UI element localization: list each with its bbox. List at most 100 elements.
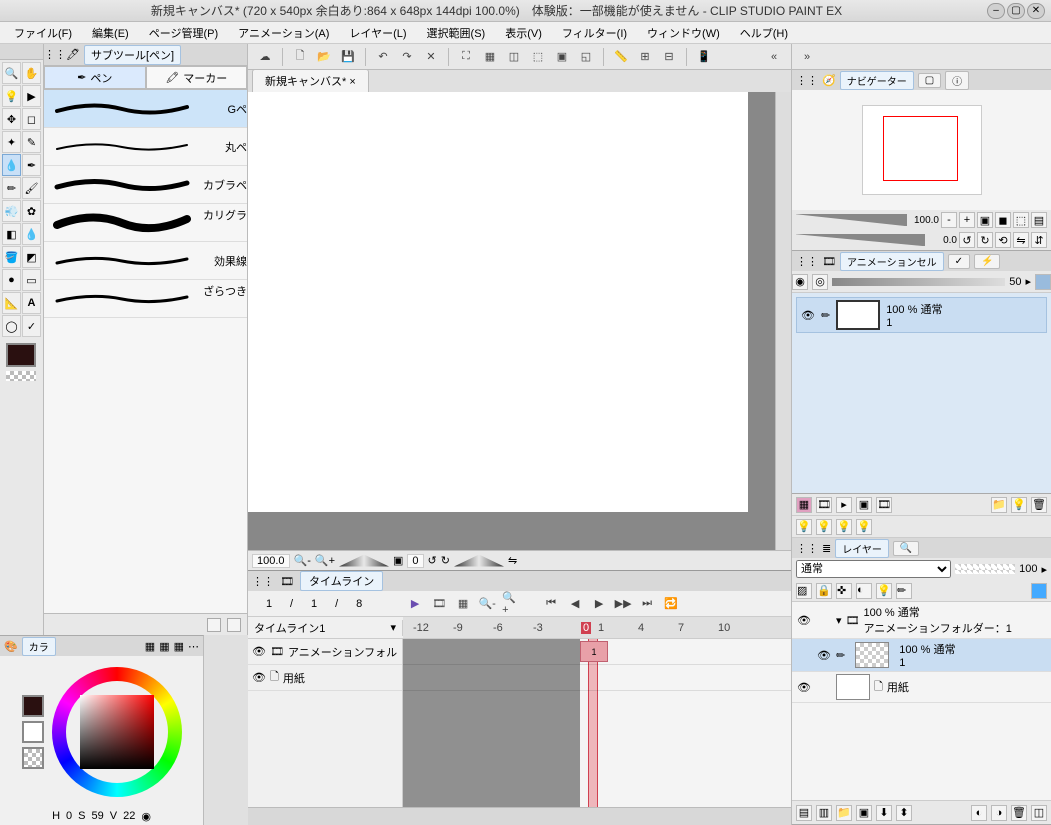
brush-gpen[interactable]: Gペン	[44, 90, 247, 128]
menu-window[interactable]: ウィンドウ(W)	[637, 23, 730, 43]
menu-help[interactable]: ヘルプ(H)	[730, 23, 798, 43]
nav-reset-icon[interactable]: ⟲	[995, 232, 1011, 248]
nav-zoomin-icon[interactable]: +	[959, 212, 975, 228]
tool-correct[interactable]: ✓	[22, 315, 41, 337]
angle-slider[interactable]	[454, 555, 504, 567]
menu-file[interactable]: ファイル(F)	[4, 23, 82, 43]
onion2-icon[interactable]: 💡	[816, 519, 832, 535]
tool-ruler[interactable]: 📐	[2, 292, 21, 314]
rotate-left-icon[interactable]: ↺	[428, 554, 437, 567]
mask-icon[interactable]: ◐	[856, 583, 872, 599]
trash-icon[interactable]: 🗑	[1031, 497, 1047, 513]
nav-fitall-icon[interactable]: ⬚	[1013, 212, 1029, 228]
zoom-slider[interactable]	[339, 555, 389, 567]
zoom-in-icon[interactable]: 🔍+	[315, 554, 335, 567]
tl-prev-icon[interactable]: ◀	[566, 595, 584, 613]
layer-trash-icon[interactable]: 🗑	[1011, 805, 1027, 821]
timeline-tab[interactable]: タイムライン	[300, 571, 383, 591]
q4-icon[interactable]: ▣	[856, 497, 872, 513]
tl-val-a[interactable]: 1	[254, 598, 284, 610]
menu-page[interactable]: ページ管理(P)	[139, 23, 228, 43]
tool-operation[interactable]: ▶	[22, 85, 41, 107]
eye-icon[interactable]: 👁	[796, 614, 812, 627]
layer-opacity-value[interactable]: 100	[1019, 563, 1037, 575]
nav-fliph-icon[interactable]: ⇋	[1013, 232, 1029, 248]
layer-opacity-slider[interactable]	[955, 564, 1015, 574]
tool-selectpen[interactable]: ✎	[22, 131, 41, 153]
tool-zoom[interactable]: 🔍	[2, 62, 21, 84]
timeline-ruler[interactable]: -12 -9 -6 -3 0 1 4 7 10	[403, 617, 791, 638]
tool-deco[interactable]: ✿	[22, 200, 41, 222]
tl-zoomin-icon[interactable]: 🔍+	[502, 595, 520, 613]
swatch3-icon[interactable]: ▦	[174, 640, 184, 653]
cloud-icon[interactable]: ☁	[254, 47, 276, 67]
q2-icon[interactable]: 🎞	[816, 497, 832, 513]
color-foreground[interactable]	[22, 695, 44, 717]
nav-flipv-icon[interactable]: ⇵	[1031, 232, 1047, 248]
onion4-icon[interactable]: 💡	[856, 519, 872, 535]
transfer-icon[interactable]: ⬇	[876, 805, 892, 821]
timeline-lanes[interactable]: 1	[403, 639, 791, 807]
apply-mask-icon[interactable]: ◑	[991, 805, 1007, 821]
save-icon[interactable]: 💾	[337, 47, 359, 67]
autoaction-tab[interactable]: ⚡	[974, 254, 1000, 269]
timeline-dropdown-icon[interactable]: ▾	[390, 621, 396, 634]
swatch2-icon[interactable]: ▦	[159, 640, 169, 653]
nav-zoom-slider[interactable]	[796, 214, 907, 226]
cel-onion-icon[interactable]: ◉	[792, 274, 808, 290]
open-icon[interactable]: 📂	[313, 47, 335, 67]
tl-next-icon[interactable]: ▶▶	[614, 595, 632, 613]
rotate-right-icon[interactable]: ↻	[441, 554, 450, 567]
layer-row-1[interactable]: 👁 ✏ 100 % 通常 1	[792, 639, 1051, 672]
foreground-color[interactable]	[6, 343, 36, 367]
brush-kabura[interactable]: カブラペン	[44, 166, 247, 204]
undo-icon[interactable]: ↶	[372, 47, 394, 67]
tl-first-icon[interactable]: ⏮	[542, 595, 560, 613]
close-button[interactable]: ✕	[1027, 3, 1045, 19]
cel-opacity-value[interactable]: 50	[1009, 276, 1021, 288]
collapse-icon[interactable]: «	[763, 47, 785, 67]
sel-all-icon[interactable]: ▦	[479, 47, 501, 67]
layer-thumbnail[interactable]	[836, 674, 870, 700]
search-tab[interactable]: 🔍	[893, 541, 919, 556]
canvas-area[interactable]	[248, 92, 791, 550]
mask-new-icon[interactable]: ◐	[971, 805, 987, 821]
cel-opacity-slider[interactable]	[832, 278, 1005, 286]
eye-icon[interactable]: 👁	[801, 309, 815, 322]
ruler-icon[interactable]: 📏	[610, 47, 632, 67]
tool-wand[interactable]: ✦	[2, 131, 21, 153]
new-vector-icon[interactable]: ▥	[816, 805, 832, 821]
color-circle-icon[interactable]: ◉	[141, 810, 151, 823]
q5-icon[interactable]: 🎞	[876, 497, 892, 513]
menu-layer[interactable]: レイヤー(L)	[339, 23, 416, 43]
tool-layermove[interactable]: ✥	[2, 108, 21, 130]
tool-frame[interactable]: ▭	[22, 269, 41, 291]
q1-icon[interactable]: ▦	[796, 497, 812, 513]
brush-calligraphy[interactable]: カリグラフィ	[44, 204, 247, 242]
layer-row-paper[interactable]: 👁 🗋 用紙	[792, 672, 1051, 703]
menu-edit[interactable]: 編集(E)	[82, 23, 139, 43]
color-wheel[interactable]	[52, 667, 182, 797]
light-icon[interactable]: 💡	[1011, 497, 1027, 513]
nav-angle-value[interactable]: 0.0	[927, 235, 957, 246]
minimize-button[interactable]: –	[987, 3, 1005, 19]
tl-new-icon[interactable]: ▶	[406, 595, 424, 613]
flip-icon[interactable]: ⇋	[508, 554, 517, 567]
cel-item[interactable]: 👁 ✏ 100 % 通常 1	[796, 297, 1047, 333]
snap2-icon[interactable]: ⊟	[658, 47, 680, 67]
color-transparent[interactable]	[22, 747, 44, 769]
tool-pencil[interactable]: ✏	[2, 177, 21, 199]
layer-2pane-icon[interactable]: ◫	[1031, 805, 1047, 821]
tool-pen[interactable]: ✒	[22, 154, 41, 176]
history2-tab[interactable]: ✓	[948, 254, 970, 269]
angle-value[interactable]: 0	[407, 554, 423, 568]
onion1-icon[interactable]: 💡	[796, 519, 812, 535]
nav-zoomout-icon[interactable]: -	[941, 212, 957, 228]
menu-filter[interactable]: フィルター(I)	[552, 23, 637, 43]
sel-cancel-icon[interactable]: ⬚	[527, 47, 549, 67]
maximize-button[interactable]: ▢	[1007, 3, 1025, 19]
lock-pixel-icon[interactable]: 🔒	[816, 583, 832, 599]
lock-alpha-icon[interactable]: ▨	[796, 583, 812, 599]
blend-mode-select[interactable]: 通常	[796, 560, 951, 578]
merge-icon[interactable]: ⬍	[896, 805, 912, 821]
